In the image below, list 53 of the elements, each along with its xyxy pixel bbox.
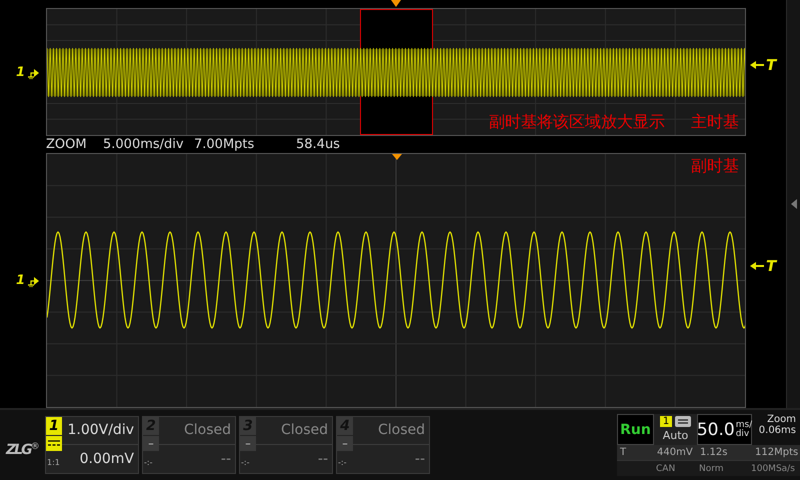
channel-scale: Closed: [353, 417, 429, 445]
channel-scale: 1.00V/div: [62, 417, 138, 445]
panel-toggle-icon[interactable]: [790, 199, 796, 209]
channel-number[interactable]: 1: [46, 417, 62, 435]
timebase-value[interactable]: 50.0: [696, 420, 735, 440]
status-value: Norm: [699, 464, 724, 474]
probe-ratio: -:-: [240, 457, 250, 467]
channel-scale: Closed: [159, 417, 235, 445]
arrow-icon: [750, 261, 764, 271]
dc-coupling-icon: [48, 440, 60, 447]
channel-marker[interactable]: 1: [16, 65, 26, 80]
timebase-unit: div: [736, 430, 750, 438]
status-value: 440mV: [657, 447, 693, 458]
trigger-mode: Auto: [662, 429, 688, 442]
annotation-label: 副时基将该区域放大显示: [489, 112, 665, 133]
trigger-type-icon[interactable]: [675, 416, 692, 427]
channel-offset: 0.00mV: [78, 450, 135, 469]
annotation-label: 主时基: [691, 112, 739, 133]
memory-depth: 7.00Mpts: [194, 137, 256, 152]
trigger-label: T: [766, 56, 776, 74]
status-value: 1.12s: [700, 447, 728, 458]
probe-ratio: 1:1: [46, 457, 61, 467]
trigger-panel[interactable]: 1 Auto: [654, 414, 697, 445]
coupling-label: –: [143, 436, 159, 451]
channel-offset: --: [316, 450, 329, 469]
channel-marker[interactable]: 1: [16, 273, 26, 288]
zoom-label[interactable]: Zoom: [767, 414, 796, 425]
probe-ratio: -:-: [337, 457, 348, 467]
annotation-label: 副时基: [691, 156, 739, 177]
channel-scale: Closed: [256, 417, 332, 445]
status-value: 100MSa/s: [751, 464, 795, 474]
logo: ZLG®: [6, 442, 41, 458]
coupling-label: –: [337, 436, 353, 451]
channel-offset: --: [220, 450, 232, 469]
channel-offset: --: [414, 450, 426, 469]
status-value: T: [620, 447, 626, 458]
trigger-source[interactable]: 1: [660, 416, 672, 427]
time-offset: 58.4us: [296, 137, 340, 152]
zoom-label: ZOOM: [46, 137, 88, 152]
zoom-timebase: 5.000ms/div: [103, 137, 185, 152]
trigger-label: T: [766, 257, 776, 275]
ground-arrow-icon: [26, 274, 40, 286]
status-value: 112Mpts: [755, 447, 798, 458]
coupling-label: –: [240, 436, 256, 451]
trigger-position-icon: [392, 154, 402, 160]
status-value: CAN: [656, 464, 676, 474]
arrow-icon: [750, 60, 764, 70]
channel-card[interactable]: 1 1:1 1.00V/div 0.00mV: [45, 416, 139, 474]
timebase-unit: ms/: [736, 420, 752, 430]
zoom-value: 0.06ms: [758, 425, 796, 436]
probe-ratio: -:-: [143, 457, 154, 467]
ground-arrow-icon: [26, 66, 40, 78]
run-status[interactable]: Run: [617, 414, 654, 445]
